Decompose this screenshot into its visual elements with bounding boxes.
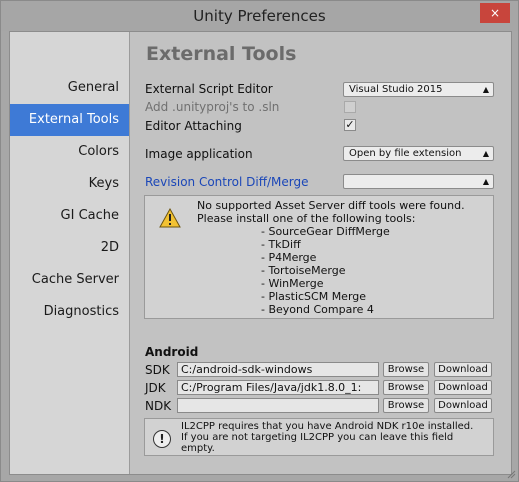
dropdown-arrow-icon: ▲ <box>482 149 489 158</box>
info-icon: ! <box>153 430 171 448</box>
diff-help-line-1: No supported Asset Server diff tools wer… <box>197 199 465 212</box>
jdk-label: JDK <box>145 381 166 395</box>
image-application-value: Open by file extension <box>349 148 462 159</box>
editor-attaching-label: Editor Attaching <box>145 119 242 133</box>
script-editor-dropdown[interactable]: Visual Studio 2015 ▲ <box>343 82 494 97</box>
il2cpp-info-line-3: empty. <box>181 443 215 454</box>
jdk-download-button[interactable]: Download <box>434 380 492 395</box>
sdk-label: SDK <box>145 363 170 377</box>
sdk-path-field[interactable]: C:/android-sdk-windows <box>177 362 379 377</box>
sdk-browse-button[interactable]: Browse <box>383 362 429 377</box>
revision-control-dropdown[interactable]: ▲ <box>343 174 494 189</box>
ndk-download-button[interactable]: Download <box>434 398 492 413</box>
sidebar-item-gi-cache[interactable]: GI Cache <box>10 200 129 232</box>
ndk-path-field[interactable] <box>177 398 379 413</box>
diff-tools-help-box: No supported Asset Server diff tools wer… <box>144 195 494 319</box>
sidebar-item-external-tools[interactable]: External Tools <box>10 104 129 136</box>
diff-tool-item: - TortoiseMerge <box>261 264 346 277</box>
android-section-title: Android <box>145 345 199 359</box>
diff-tool-item: - TkDiff <box>261 238 301 251</box>
jdk-path-field[interactable]: C:/Program Files/Java/jdk1.8.0_1: <box>177 380 379 395</box>
dropdown-arrow-icon: ▲ <box>482 85 489 94</box>
diff-tool-item: - WinMerge <box>261 277 324 290</box>
diff-tool-item: - SourceGear DiffMerge <box>261 225 390 238</box>
ndk-browse-button[interactable]: Browse <box>383 398 429 413</box>
sdk-download-button[interactable]: Download <box>434 362 492 377</box>
external-tools-panel: External Tools External Script Editor Vi… <box>130 32 511 474</box>
page-title: External Tools <box>146 43 297 65</box>
diff-help-line-2: Please install one of the following tool… <box>197 212 416 225</box>
warning-icon <box>159 208 181 228</box>
title-bar[interactable]: Unity Preferences × <box>1 1 518 31</box>
image-application-dropdown[interactable]: Open by file extension ▲ <box>343 146 494 161</box>
close-button[interactable]: × <box>480 3 510 23</box>
jdk-browse-button[interactable]: Browse <box>383 380 429 395</box>
sidebar-item-diagnostics[interactable]: Diagnostics <box>10 296 129 328</box>
diff-tool-item: - Beyond Compare 4 <box>261 303 374 316</box>
unityproj-label: Add .unityproj's to .sln <box>145 100 280 114</box>
resize-grip-icon[interactable] <box>506 469 516 479</box>
il2cpp-info-line-2: If you are not targeting IL2CPP you can … <box>181 432 454 443</box>
sidebar-item-cache-server[interactable]: Cache Server <box>10 264 129 296</box>
ndk-label: NDK <box>145 399 172 413</box>
sidebar-item-2d[interactable]: 2D <box>10 232 129 264</box>
sidebar-item-colors[interactable]: Colors <box>10 136 129 168</box>
window-title: Unity Preferences <box>193 7 326 25</box>
script-editor-value: Visual Studio 2015 <box>349 84 443 95</box>
dropdown-arrow-icon: ▲ <box>482 177 489 186</box>
preferences-client: General External Tools Colors Keys GI Ca… <box>9 31 512 475</box>
preferences-window: Unity Preferences × General External Too… <box>0 0 519 482</box>
sidebar-item-keys[interactable]: Keys <box>10 168 129 200</box>
sidebar: General External Tools Colors Keys GI Ca… <box>10 32 130 474</box>
script-editor-label: External Script Editor <box>145 82 273 96</box>
sidebar-item-general[interactable]: General <box>10 72 129 104</box>
image-application-label: Image application <box>145 147 253 161</box>
diff-tool-item: - PlasticSCM Merge <box>261 290 367 303</box>
il2cpp-info-line-1: IL2CPP requires that you have Android ND… <box>181 421 474 432</box>
unityproj-checkbox[interactable] <box>344 101 356 113</box>
il2cpp-info-box: ! IL2CPP requires that you have Android … <box>144 418 494 456</box>
diff-tool-item: - P4Merge <box>261 251 317 264</box>
revision-control-label: Revision Control Diff/Merge <box>145 175 309 189</box>
editor-attaching-checkbox[interactable]: ✓ <box>344 119 356 131</box>
